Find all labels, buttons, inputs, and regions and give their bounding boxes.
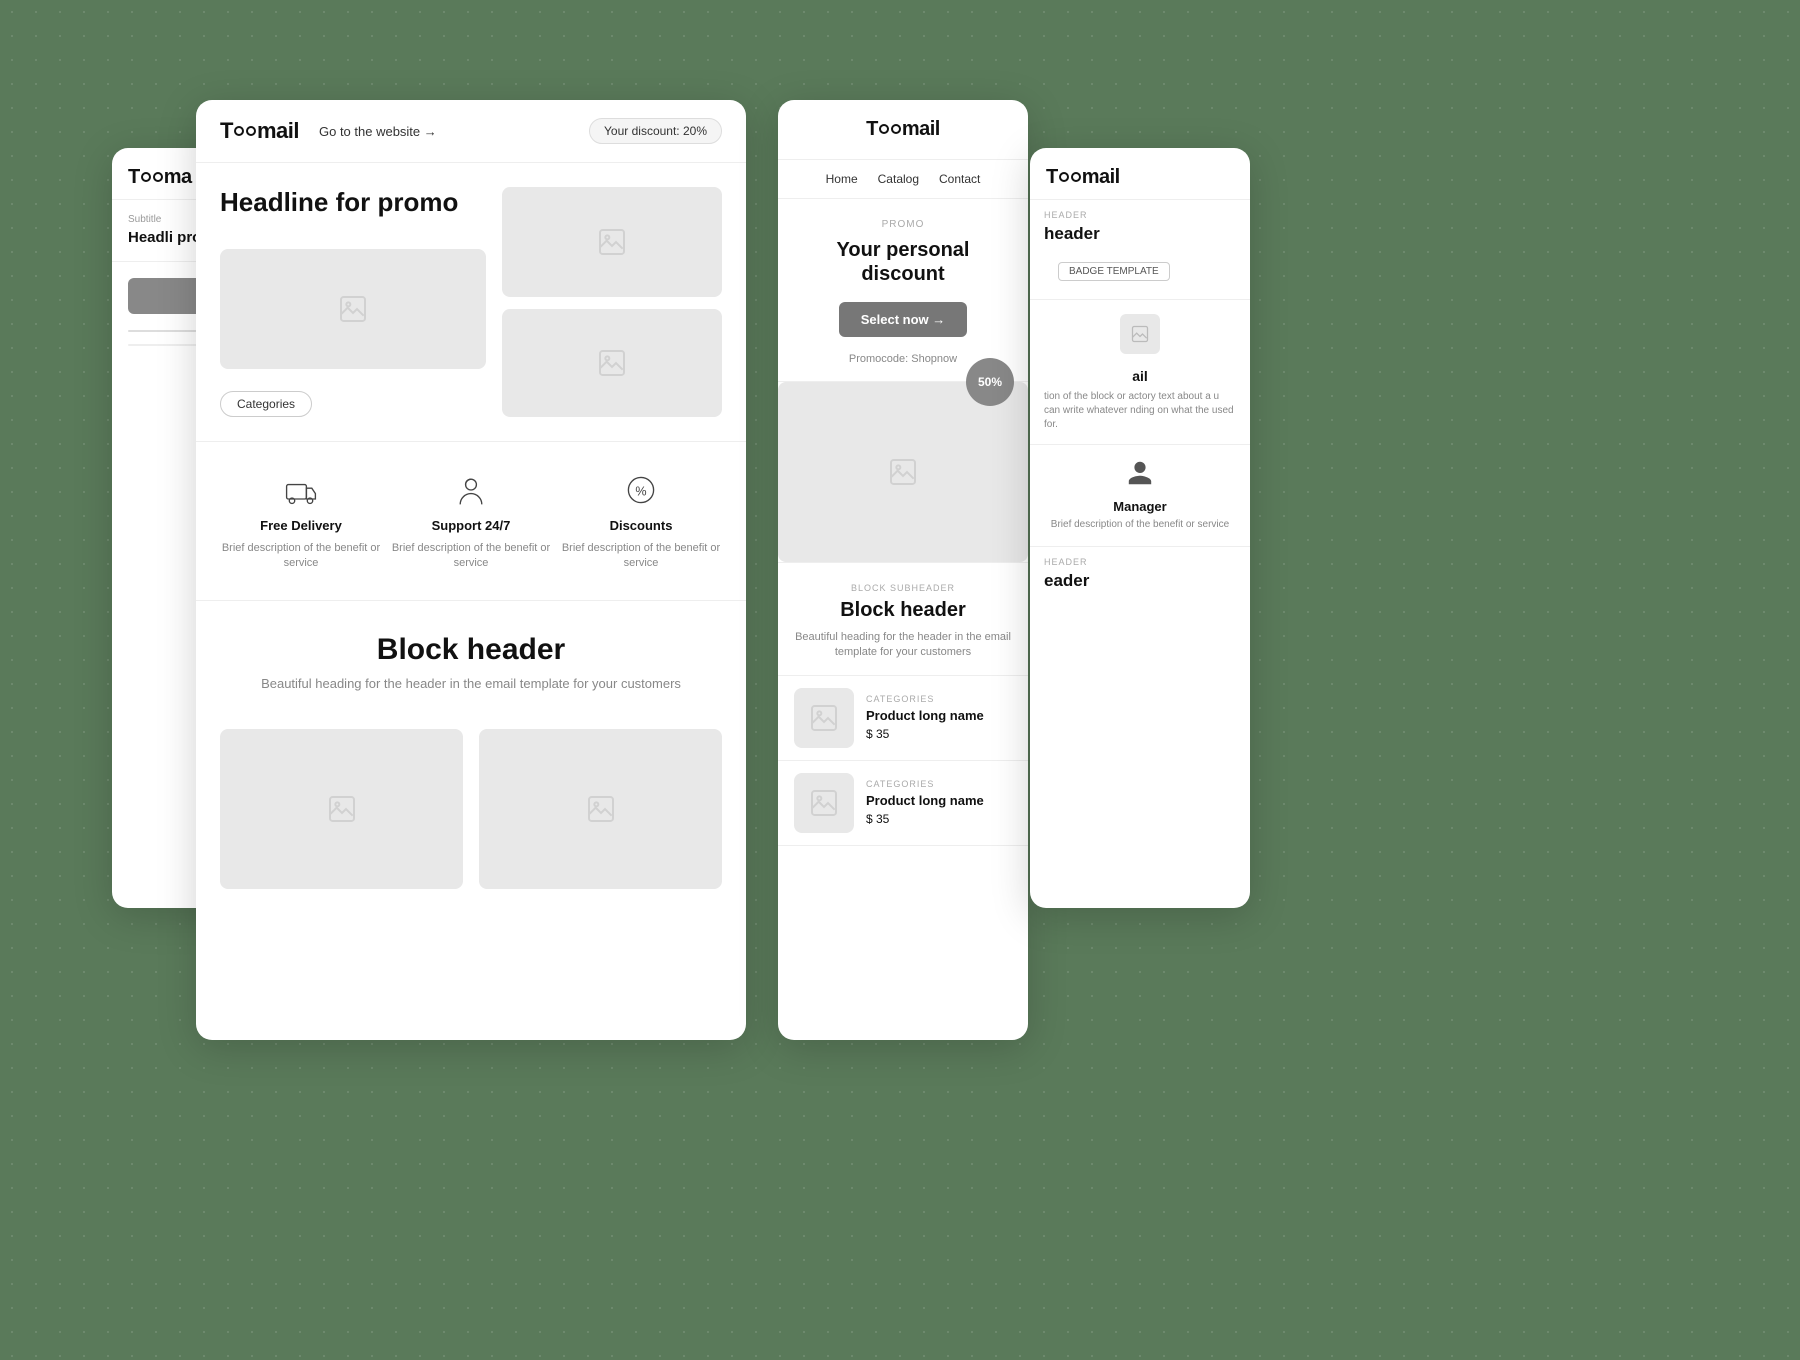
right-card: Tmail Home Catalog Contact PROMO Your pe… <box>778 100 1028 1040</box>
product-name-2: Product long name <box>866 793 1012 808</box>
hero-section: Headline for promo Categories <box>196 163 746 441</box>
product-card-2: CATEGORIES Product long name $ 35 <box>778 761 1028 846</box>
promo-label: PROMO <box>794 219 1012 230</box>
right-logo: Tmail <box>866 118 940 140</box>
product-info-2: CATEGORIES Product long name $ 35 <box>866 779 1012 826</box>
center-logo: Tmail <box>220 118 299 144</box>
support-icon <box>453 470 489 510</box>
product-category-1: CATEGORIES <box>866 694 1012 704</box>
hero-left: Headline for promo Categories <box>220 187 486 417</box>
badge-template: BADGE TEMPLATE <box>1058 262 1170 281</box>
center-header: Tmail Go to the website → Your discount:… <box>196 100 746 163</box>
product-image-left <box>220 729 463 889</box>
benefit-delivery: Free Delivery Brief description of the b… <box>220 470 382 572</box>
right-block-sub-label: BLOCK SUBHEADER <box>794 583 1012 593</box>
right-block-header-subtitle: Beautiful heading for the header in the … <box>794 630 1012 661</box>
nav-catalog[interactable]: Catalog <box>878 172 919 186</box>
discounts-title: Discounts <box>610 518 673 533</box>
manager-name: Manager <box>1044 499 1236 514</box>
product-category-2: CATEGORIES <box>866 779 1012 789</box>
far-right-header-text2: eader <box>1030 571 1250 601</box>
product-card-1: CATEGORIES Product long name $ 35 <box>778 676 1028 761</box>
hero-headline: Headline for promo <box>220 187 486 218</box>
far-right-header-text: header <box>1030 224 1250 254</box>
benefit-support: Support 24/7 Brief description of the be… <box>390 470 552 572</box>
far-right-logo: Tmail <box>1046 166 1120 188</box>
delivery-icon <box>283 470 319 510</box>
discounts-desc: Brief description of the benefit or serv… <box>560 541 722 572</box>
far-right-divider <box>1030 299 1250 300</box>
benefits-section: Free Delivery Brief description of the b… <box>196 441 746 600</box>
big-promo-image <box>778 382 1028 562</box>
svg-text:%: % <box>635 484 646 498</box>
far-right-desc-text: tion of the block or actory text about a… <box>1030 390 1250 444</box>
manager-section: Manager Brief description of the benefit… <box>1030 445 1250 546</box>
hero-right <box>502 187 722 417</box>
product-image-right <box>479 729 722 889</box>
block-header-subtitle: Beautiful heading for the header in the … <box>220 675 722 693</box>
promo-headline: Your personal discount <box>794 238 1012 286</box>
hero-image <box>220 249 486 369</box>
manager-icon <box>1044 459 1236 493</box>
product-price-1: $ 35 <box>866 727 1012 741</box>
far-right-logo-area: Tmail <box>1030 148 1250 200</box>
products-row <box>196 713 746 905</box>
product-name-1: Product long name <box>866 708 1012 723</box>
delivery-desc: Brief description of the benefit or serv… <box>220 541 382 572</box>
select-now-button[interactable]: Select now → <box>839 302 968 337</box>
promo-section: PROMO Your personal discount Select now … <box>778 199 1028 382</box>
goto-link[interactable]: Go to the website → <box>319 124 589 139</box>
benefit-discounts: % Discounts Brief description of the ben… <box>560 470 722 572</box>
right-nav: Home Catalog Contact <box>778 160 1028 199</box>
product-thumb-2 <box>794 773 854 833</box>
manager-desc: Brief description of the benefit or serv… <box>1044 518 1236 532</box>
categories-button[interactable]: Categories <box>220 391 312 417</box>
discount-badge: Your discount: 20% <box>589 118 722 144</box>
hero-image-top-right <box>502 187 722 297</box>
discount-icon: % <box>623 470 659 510</box>
big-image-section: 50% <box>778 382 1028 562</box>
nav-contact[interactable]: Contact <box>939 172 980 186</box>
far-right-mail-text: ail <box>1030 368 1250 390</box>
left-logo: Tma <box>128 166 192 188</box>
product-thumb-1 <box>794 688 854 748</box>
delivery-title: Free Delivery <box>260 518 342 533</box>
nav-home[interactable]: Home <box>826 172 858 186</box>
right-block-header-section: BLOCK SUBHEADER Block header Beautiful h… <box>778 562 1028 676</box>
right-header: Tmail <box>778 100 1028 160</box>
center-card: Tmail Go to the website → Your discount:… <box>196 100 746 1040</box>
far-right-section-label2: HEADER <box>1030 546 1250 571</box>
block-header-section: Block header Beautiful heading for the h… <box>196 600 746 713</box>
far-right-icon-placeholder <box>1120 314 1160 354</box>
far-right-section-label: HEADER <box>1030 200 1250 224</box>
hero-image-bottom-right <box>502 309 722 417</box>
discount-circle: 50% <box>966 358 1014 406</box>
product-info-1: CATEGORIES Product long name $ 35 <box>866 694 1012 741</box>
right-block-header-title: Block header <box>794 599 1012 622</box>
support-title: Support 24/7 <box>432 518 511 533</box>
product-price-2: $ 35 <box>866 812 1012 826</box>
block-header-title: Block header <box>220 633 722 667</box>
support-desc: Brief description of the benefit or serv… <box>390 541 552 572</box>
far-right-card: Tmail HEADER header BADGE TEMPLATE ail t… <box>1030 148 1250 908</box>
